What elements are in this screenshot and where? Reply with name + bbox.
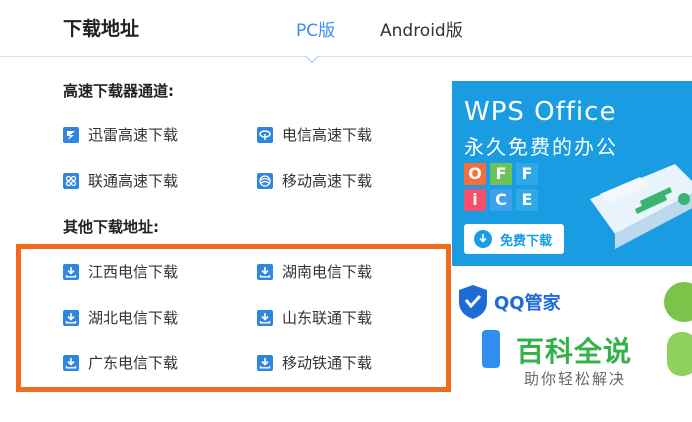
- download-link-label: 电信高速下载: [282, 126, 373, 144]
- tab-pc[interactable]: PC版: [296, 16, 335, 41]
- wps-slogan: 永久免费的办公: [464, 135, 618, 159]
- office-tile: i: [464, 189, 486, 211]
- wps-button-label: 免费下载: [500, 233, 553, 249]
- download-link-tietong[interactable]: 移动铁通下载: [257, 352, 372, 373]
- page-title: 下载地址: [63, 18, 140, 40]
- download-link-label: 湖北电信下载: [88, 309, 179, 327]
- office-tile: F: [490, 163, 512, 185]
- download-link-label: 山东联通下载: [282, 309, 373, 327]
- download-link-label: 移动铁通下载: [282, 354, 373, 372]
- thunder-icon: [63, 126, 79, 143]
- download-icon: [63, 354, 79, 371]
- download-link-telecom[interactable]: 电信高速下载: [257, 124, 372, 145]
- active-tab-indicator: [304, 48, 320, 64]
- download-link-label: 迅雷高速下载: [88, 126, 179, 144]
- download-link-jiangxi[interactable]: 江西电信下载: [63, 261, 178, 282]
- office-tile: F: [516, 163, 538, 185]
- other-section-label: 其他下载地址:: [63, 218, 159, 236]
- wps-free-download-button[interactable]: 免费下载: [464, 224, 564, 254]
- download-link-hubei[interactable]: 湖北电信下载: [63, 307, 178, 328]
- office-tile: E: [516, 189, 538, 211]
- download-link-thunder[interactable]: 迅雷高速下载: [63, 124, 178, 145]
- telecom-icon: [257, 126, 273, 143]
- watermark-title: 百科全说: [516, 335, 633, 368]
- download-link-label: 江西电信下载: [88, 263, 179, 281]
- download-link-mobile[interactable]: 移动高速下载: [257, 170, 372, 191]
- wps-ad-banner[interactable]: WPS Office 永久免费的办公 O F F i C E 免费下载: [452, 81, 692, 266]
- unicom-icon: [63, 172, 79, 189]
- download-circle-icon: [474, 230, 492, 248]
- download-icon: [257, 309, 273, 326]
- download-link-unicom[interactable]: 联通高速下载: [63, 170, 178, 191]
- shield-icon: [457, 284, 489, 320]
- download-icon: [257, 263, 273, 280]
- tab-android[interactable]: Android版: [380, 16, 463, 41]
- download-link-label: 湖南电信下载: [282, 263, 373, 281]
- office-tile: C: [490, 189, 512, 211]
- download-link-shandong[interactable]: 山东联通下载: [257, 307, 372, 328]
- download-icon: [63, 263, 79, 280]
- download-icon: [63, 309, 79, 326]
- fast-section-label: 高速下载器通道:: [63, 82, 174, 100]
- download-link-guangdong[interactable]: 广东电信下载: [63, 352, 178, 373]
- green-mascot-body: [667, 332, 692, 376]
- wps-logo: WPS Office: [464, 97, 617, 127]
- office-tiles: O F F i C E: [464, 163, 550, 215]
- download-link-label: 联通高速下载: [88, 172, 179, 190]
- mobile-icon: [257, 172, 273, 189]
- download-link-label: 移动高速下载: [282, 172, 373, 190]
- wps-screen-illustration: [580, 159, 692, 257]
- office-tile: O: [464, 163, 486, 185]
- download-link-label: 广东电信下载: [88, 354, 179, 372]
- watermark-subtitle: 助你轻松解决: [524, 370, 627, 388]
- download-link-hunan[interactable]: 湖南电信下载: [257, 261, 372, 282]
- qq-manager-name: QQ管家: [494, 293, 561, 314]
- download-header: 下载地址 PC版 Android版: [0, 0, 692, 64]
- download-icon: [257, 354, 273, 371]
- green-mascot-icon: [664, 282, 692, 322]
- qq-blue-figure: [482, 330, 500, 368]
